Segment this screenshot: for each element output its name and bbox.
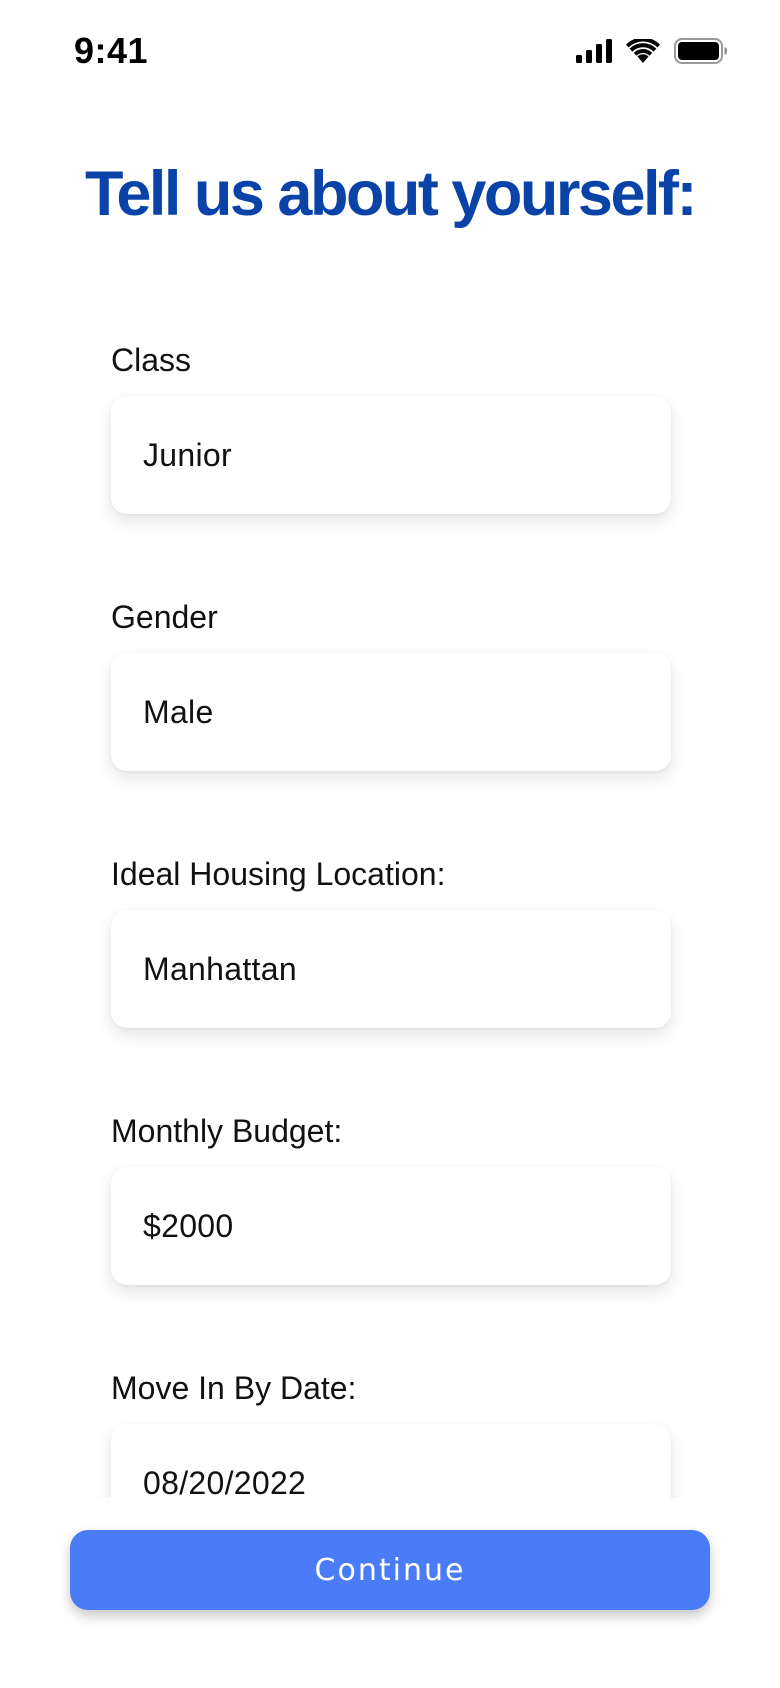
gender-value: Male — [143, 693, 214, 730]
continue-label: Continue — [314, 1552, 466, 1588]
budget-label: Monthly Budget: — [111, 1113, 343, 1149]
status-bar: 9:41 — [0, 0, 780, 104]
location-value: Manhattan — [143, 950, 297, 987]
location-field[interactable]: Manhattan — [111, 910, 671, 1028]
gender-field-group: Gender Male — [111, 597, 671, 771]
budget-field-group: Monthly Budget: $2000 — [111, 1111, 671, 1285]
location-field-group: Ideal Housing Location: Manhattan — [111, 854, 671, 1028]
budget-value: $2000 — [143, 1207, 234, 1244]
budget-field[interactable]: $2000 — [111, 1167, 671, 1285]
form-scroll-area[interactable]: Class Junior Gender Male Ideal Housing L… — [0, 300, 780, 1498]
gender-field[interactable]: Male — [111, 653, 671, 771]
class-label: Class — [111, 342, 192, 378]
class-field-group: Class Junior — [111, 340, 671, 514]
move-in-date-value: 08/20/2022 — [143, 1464, 307, 1499]
continue-button[interactable]: Continue — [70, 1530, 710, 1610]
gender-label: Gender — [111, 599, 218, 635]
battery-icon — [674, 38, 728, 64]
page-title: Tell us about yourself: — [85, 159, 697, 229]
move-in-date-label: Move In By Date: — [111, 1370, 357, 1406]
class-value: Junior — [143, 436, 232, 473]
cellular-signal-icon — [576, 39, 612, 63]
status-icons — [576, 38, 728, 64]
status-time: 9:41 — [74, 30, 149, 71]
move-in-date-field-group: Move In By Date: 08/20/2022 — [111, 1368, 671, 1498]
location-label: Ideal Housing Location: — [111, 856, 446, 892]
wifi-icon — [626, 39, 660, 63]
class-field[interactable]: Junior — [111, 396, 671, 514]
move-in-date-field[interactable]: 08/20/2022 — [111, 1424, 671, 1498]
